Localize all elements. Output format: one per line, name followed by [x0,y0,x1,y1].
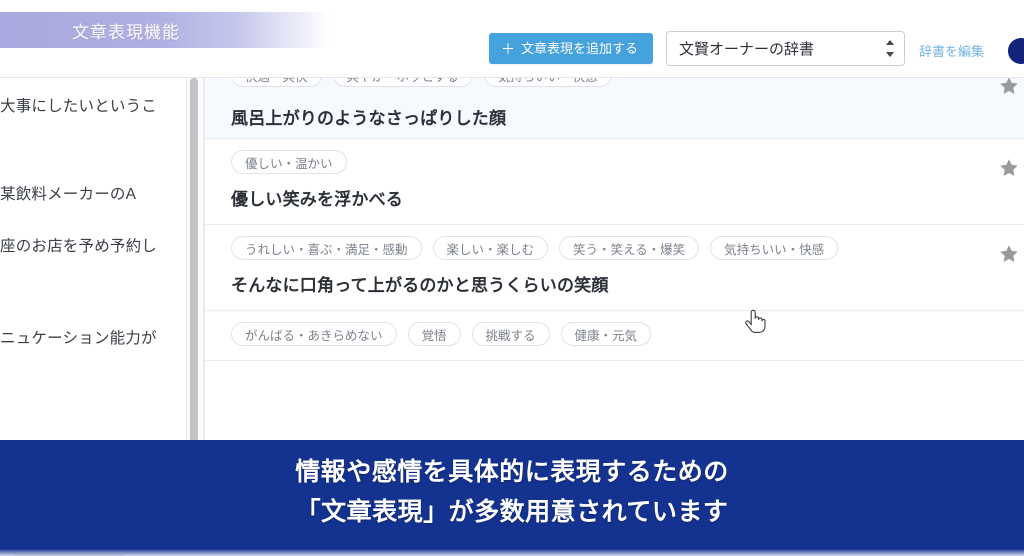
expression-tag-list: がんばる・あきらめない 覚悟 挑戦する 健康・元気 [205,322,1024,346]
expression-text[interactable]: 優しい笑みを浮かべる [205,185,1024,210]
expression-row[interactable]: 快適・爽快爽やか・ホッとする気持ちいい・快感風呂上がりのようなさっぱりした顔 [205,72,1024,139]
app-window: ＋ 文章表現を追加する 文賢オーナーの辞書 辞書を編集 大事にしたいというこ 某飲… [0,0,1024,556]
expression-tag-list: 優しい・温かい [205,150,1024,174]
favorite-star-icon[interactable] [998,75,1020,97]
expression-text[interactable]: 風呂上がりのようなさっぱりした顔 [205,104,1024,129]
feature-banner: 文章表現機能 [0,12,340,48]
caption-footer-strip: …………………………… [0,543,1024,556]
document-line: ニュケーション能力が [0,330,157,347]
expression-tag[interactable]: うれしい・喜ぶ・満足・感動 [231,236,422,260]
expression-tag-list: うれしい・喜ぶ・満足・感動 楽しい・楽しむ 笑う・笑える・爆笑 気持ちいい・快感 [205,236,1024,260]
updown-chevron-icon [885,40,894,57]
expression-text[interactable]: そんなに口角って上がるのかと思うくらいの笑顔 [205,271,1024,296]
expression-tag[interactable]: 楽しい・楽しむ [432,236,549,260]
expression-tag[interactable]: 気持ちいい・快感 [710,236,839,260]
expression-row[interactable]: がんばる・あきらめない 覚悟 挑戦する 健康・元気 [205,311,1024,361]
expression-row[interactable]: 優しい・温かい優しい笑みを浮かべる [205,139,1024,225]
caption-line-2: 「文章表現」が多数用意されています [295,498,729,526]
caption-footer-text: …………………………… [14,548,124,556]
dictionary-select-value: 文賢オーナーの辞書 [679,41,815,58]
document-scrollbar-thumb[interactable] [190,78,198,443]
document-line: 座のお店を予め予約し [0,238,158,255]
dictionary-select[interactable]: 文賢オーナーの辞書 [666,31,905,66]
plus-icon: ＋ [501,40,515,57]
expression-tag[interactable]: 覚悟 [407,322,461,346]
edit-dictionary-link[interactable]: 辞書を編集 [919,41,984,60]
feature-banner-title: 文章表現機能 [72,22,180,42]
expression-tag[interactable]: がんばる・あきらめない [231,322,397,346]
caption-line-1: 情報や感情を具体的に表現するための [295,458,729,486]
document-line: 大事にしたいというこ [0,98,158,115]
favorite-star-icon[interactable] [998,157,1020,179]
avatar[interactable] [1006,36,1024,66]
video-caption-bar: 情報や感情を具体的に表現するための 「文章表現」が多数用意されています …………… [0,440,1024,556]
favorite-star-icon[interactable] [998,243,1020,265]
expression-tag[interactable]: 挑戦する [471,322,550,346]
expression-list: 快適・爽快爽やか・ホッとする気持ちいい・快感風呂上がりのようなさっぱりした顔優し… [205,72,1024,456]
expression-tag[interactable]: 健康・元気 [560,322,652,346]
document-scrollbar[interactable] [186,78,201,443]
add-expression-label: 文章表現を追加する [521,41,639,56]
expression-row[interactable]: うれしい・喜ぶ・満足・感動 楽しい・楽しむ 笑う・笑える・爆笑 気持ちいい・快感 そんな… [205,225,1024,311]
expression-tag[interactable]: 笑う・笑える・爆笑 [559,236,700,260]
expression-tag[interactable]: 優しい・温かい [231,150,347,174]
document-line: 某飲料メーカーのA [0,186,137,203]
add-expression-button[interactable]: ＋ 文章表現を追加する [489,33,654,64]
